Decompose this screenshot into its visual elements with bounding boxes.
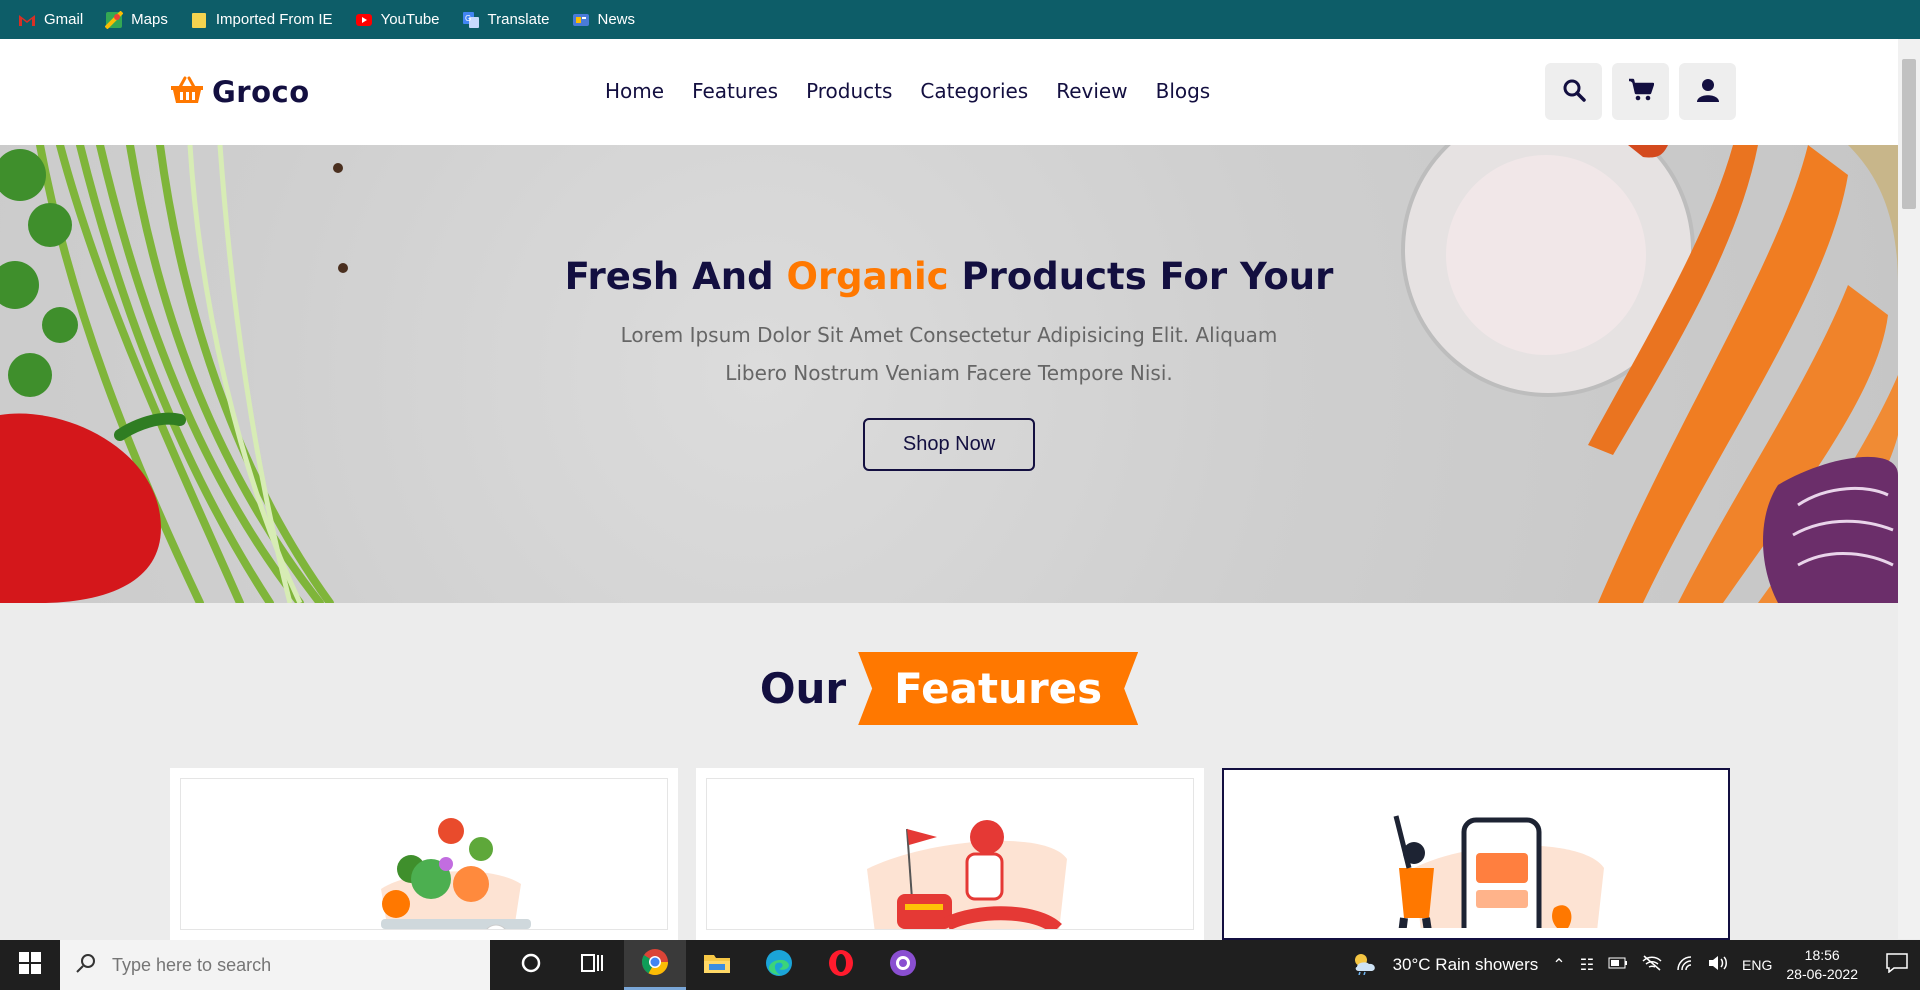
- language-indicator[interactable]: ENG: [1742, 957, 1772, 973]
- chevron-up-icon[interactable]: ⌃: [1552, 955, 1565, 975]
- hero-banner: Fresh And Organic Products For Your Lore…: [0, 145, 1898, 603]
- user-icon: [1696, 78, 1719, 106]
- hero-title: Fresh And Organic Products For Your: [564, 255, 1334, 298]
- cortana-icon: [520, 952, 542, 978]
- user-button[interactable]: [1679, 63, 1736, 120]
- site-header: Groco Home Features Products Categories …: [0, 39, 1898, 145]
- clock-date: 28-06-2022: [1786, 966, 1858, 982]
- taskbar-file-explorer[interactable]: [686, 940, 748, 990]
- volume-icon[interactable]: [1708, 955, 1728, 976]
- hero-description: Lorem Ipsum Dolor Sit Amet Consectetur A…: [620, 323, 1278, 385]
- taskbar-edge[interactable]: [748, 940, 810, 990]
- mobile-payment-illustration: [1393, 815, 1604, 928]
- bookmark-translate[interactable]: G Translate: [462, 11, 550, 29]
- folder-icon: [190, 11, 208, 29]
- taskbar-search[interactable]: [60, 940, 490, 990]
- cart-icon: [1628, 78, 1654, 106]
- opera-icon: [827, 949, 855, 981]
- translate-icon: G: [462, 11, 480, 29]
- taskbar-github-desktop[interactable]: [872, 940, 934, 990]
- battery-icon[interactable]: [1608, 956, 1628, 974]
- nav-categories[interactable]: Categories: [920, 79, 1028, 103]
- bookmarks-bar: Gmail Maps Imported From IE YouTube G Tr…: [0, 0, 1920, 39]
- feature-card-inner: [180, 778, 668, 930]
- edge-icon: [765, 949, 793, 981]
- notification-icon[interactable]: [1886, 952, 1908, 978]
- logo-text: Groco: [212, 75, 310, 109]
- bookmark-youtube[interactable]: YouTube: [355, 11, 440, 29]
- feature-card[interactable]: [170, 768, 678, 940]
- nav-home[interactable]: Home: [605, 79, 664, 103]
- chrome-icon: [641, 948, 669, 980]
- bookmark-gmail[interactable]: Gmail: [18, 11, 83, 29]
- peppercorn-decoration: [333, 163, 343, 173]
- feature-card-inner: [706, 778, 1194, 930]
- features-heading-badge: Features: [858, 652, 1139, 725]
- bookmark-news[interactable]: News: [572, 11, 635, 29]
- search-button[interactable]: [1545, 63, 1602, 120]
- nav-review[interactable]: Review: [1056, 79, 1127, 103]
- cortana-button[interactable]: [500, 940, 562, 990]
- gmail-icon: [18, 11, 36, 29]
- system-tray: 30°C Rain showers ⌃ ☷ ENG 18:56 28-06-20…: [1351, 946, 1920, 984]
- basket-icon: [170, 75, 204, 109]
- search-icon: [76, 953, 96, 977]
- delivery-scooter-illustration: [867, 820, 1067, 929]
- taskbar-chrome[interactable]: [624, 940, 686, 990]
- task-view-icon: [581, 952, 605, 978]
- bookmark-imported-from-ie[interactable]: Imported From IE: [190, 11, 333, 29]
- taskbar-apps: [500, 940, 934, 990]
- header-actions: [1545, 63, 1736, 120]
- shop-now-button[interactable]: Shop Now: [862, 418, 1036, 471]
- hero-content: Fresh And Organic Products For Your Lore…: [0, 255, 1898, 471]
- meeting-icon[interactable]: ☷: [1580, 955, 1594, 975]
- youtube-icon: [355, 11, 373, 29]
- taskbar-opera[interactable]: [810, 940, 872, 990]
- start-button[interactable]: [0, 940, 60, 990]
- feature-card-inner: [1234, 780, 1718, 928]
- windows-logo-icon: [19, 952, 41, 978]
- news-icon: [572, 11, 590, 29]
- folder-icon: [703, 951, 731, 979]
- weather-text[interactable]: 30°C Rain showers: [1393, 955, 1539, 975]
- bookmark-maps[interactable]: Maps: [104, 10, 168, 29]
- clock-time: 18:56: [1804, 947, 1840, 963]
- page-scrollbar[interactable]: [1898, 39, 1920, 939]
- task-view-button[interactable]: [562, 940, 624, 990]
- feature-card[interactable]: [696, 768, 1204, 940]
- fresh-vegetables-illustration: [381, 818, 531, 929]
- logo[interactable]: Groco: [170, 75, 310, 109]
- nav-features[interactable]: Features: [692, 79, 778, 103]
- maps-icon: [104, 10, 124, 29]
- main-nav: Home Features Products Categories Review…: [605, 79, 1210, 103]
- windows-taskbar: 30°C Rain showers ⌃ ☷ ENG 18:56 28-06-20…: [0, 940, 1920, 990]
- scrollbar-thumb[interactable]: [1902, 59, 1916, 209]
- hero-title-accent: Organic: [786, 255, 949, 298]
- features-heading: Our Features: [0, 652, 1898, 725]
- clock[interactable]: 18:56 28-06-2022: [1786, 946, 1858, 984]
- network-icon[interactable]: [1676, 955, 1694, 976]
- github-desktop-icon: [889, 949, 917, 981]
- taskbar-search-input[interactable]: [112, 954, 452, 976]
- wifi-off-icon[interactable]: [1642, 954, 1662, 976]
- weather-icon[interactable]: [1351, 951, 1379, 980]
- nav-products[interactable]: Products: [806, 79, 892, 103]
- feature-card-active[interactable]: [1222, 768, 1730, 940]
- svg-text:G: G: [465, 14, 471, 23]
- nav-blogs[interactable]: Blogs: [1156, 79, 1211, 103]
- search-icon: [1562, 78, 1586, 106]
- features-heading-plain: Our: [759, 664, 847, 713]
- feature-cards: [170, 768, 1730, 940]
- cart-button[interactable]: [1612, 63, 1669, 120]
